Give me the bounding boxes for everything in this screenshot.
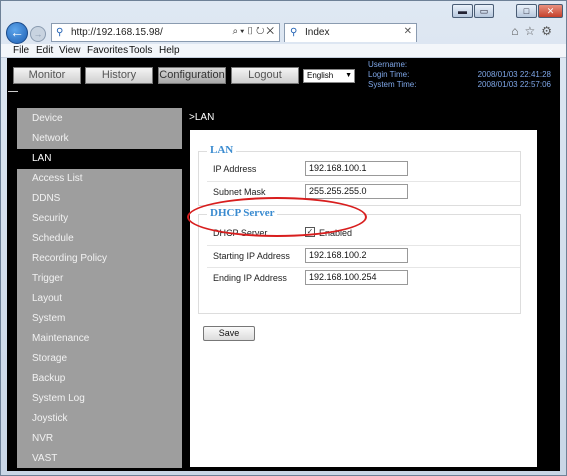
system-time-value: 2008/01/03 22:57:06 (477, 80, 551, 89)
ending-ip-label: Ending IP Address (213, 273, 287, 283)
menu-bar: File Edit View Favorites Tools Help (1, 44, 566, 58)
divider (8, 91, 18, 92)
address-bar[interactable]: ⚲ http://192.168.15.98/ ⌕▾▯↻✕ (51, 23, 280, 42)
browser-tab-index[interactable]: ⚲ Index ✕ (284, 23, 417, 42)
tab-configuration[interactable]: Configuration (158, 67, 226, 84)
system-time-label: System Time: (368, 80, 417, 89)
restore-button[interactable]: ▭ (474, 4, 494, 18)
subnet-mask-input[interactable]: 255.255.255.0 (305, 184, 408, 199)
save-button[interactable]: Save (203, 326, 255, 341)
language-select[interactable]: English ▼ (303, 69, 355, 83)
ending-ip-input[interactable]: 192.168.100.254 (305, 270, 408, 285)
sidebar-item-layout[interactable]: Layout (17, 289, 182, 309)
ip-address-label: IP Address (213, 164, 257, 174)
sidebar-item-security[interactable]: Security (17, 209, 182, 229)
tab-monitor[interactable]: Monitor (13, 67, 81, 84)
ending-ip-row: Ending IP Address 192.168.100.254 (207, 267, 520, 289)
ip-address-row: IP Address 192.168.100.1 (207, 159, 520, 181)
status-box: Username: Login Time: 2008/01/03 22:41:2… (358, 58, 560, 92)
sidebar-item-trigger[interactable]: Trigger (17, 269, 182, 289)
menu-file[interactable]: File (13, 45, 29, 56)
minimize-button[interactable]: ▬ (452, 4, 473, 18)
sidebar-item-storage[interactable]: Storage (17, 349, 182, 369)
browser-window: ▬ ▭ □ ✕ ← → ⚲ http://192.168.15.98/ ⌕▾▯↻… (0, 0, 567, 476)
home-star-gear-icons[interactable]: ⌂☆⚙ (511, 24, 558, 38)
address-tools-icons[interactable]: ⌕▾▯↻✕ (233, 26, 276, 37)
web-app: Monitor History Configuration Logout Eng… (7, 58, 560, 471)
menu-edit[interactable]: Edit (36, 45, 53, 56)
starting-ip-label: Starting IP Address (213, 251, 290, 261)
menu-view[interactable]: View (59, 45, 81, 56)
breadcrumb: >LAN (185, 108, 542, 130)
ip-address-input[interactable]: 192.168.100.1 (305, 161, 408, 176)
lan-settings-panel: LAN IP Address 192.168.100.1 Subnet Mask… (190, 130, 537, 467)
starting-ip-row: Starting IP Address 192.168.100.2 (207, 245, 520, 267)
sidebar-item-schedule[interactable]: Schedule (17, 229, 182, 249)
sidebar-item-system-log[interactable]: System Log (17, 389, 182, 409)
back-arrow-icon[interactable]: ← (6, 22, 28, 44)
tab-close-icon[interactable]: ✕ (404, 26, 412, 37)
lan-legend: LAN (207, 144, 237, 156)
sidebar-item-device[interactable]: Device (17, 109, 182, 129)
sidebar: Device Network LAN Access List DDNS Secu… (17, 108, 182, 468)
menu-favorites[interactable]: Favorites (87, 45, 128, 56)
tab-page-icon: ⚲ (290, 27, 298, 38)
page-icon: ⚲ (56, 27, 64, 38)
login-time-label: Login Time: (368, 70, 410, 79)
language-value: English (307, 71, 334, 80)
close-button[interactable]: ✕ (538, 4, 563, 18)
content-border (537, 130, 542, 467)
menu-help[interactable]: Help (159, 45, 180, 56)
sidebar-item-maintenance[interactable]: Maintenance (17, 329, 182, 349)
starting-ip-input[interactable]: 192.168.100.2 (305, 248, 408, 263)
sidebar-item-recording-policy[interactable]: Recording Policy (17, 249, 182, 269)
dropdown-arrow-icon[interactable]: ▼ (345, 70, 352, 82)
sidebar-item-network[interactable]: Network (17, 129, 182, 149)
sidebar-item-lan[interactable]: LAN (17, 149, 182, 169)
sidebar-item-access-list[interactable]: Access List (17, 169, 182, 189)
maximize-button[interactable]: □ (516, 4, 537, 18)
sidebar-item-vast[interactable]: VAST (17, 449, 182, 469)
tab-label: Index (305, 27, 330, 38)
username-label: Username: (368, 60, 408, 69)
forward-arrow-icon[interactable]: → (30, 26, 46, 42)
top-navigation: Monitor History Configuration Logout Eng… (7, 58, 560, 92)
sidebar-item-system[interactable]: System (17, 309, 182, 329)
subnet-mask-label: Subnet Mask (213, 187, 266, 197)
menu-tools[interactable]: Tools (129, 45, 152, 56)
sidebar-item-joystick[interactable]: Joystick (17, 409, 182, 429)
highlight-circle (187, 197, 367, 237)
sidebar-item-nvr[interactable]: NVR (17, 429, 182, 449)
address-text[interactable]: http://192.168.15.98/ (71, 27, 163, 38)
sidebar-item-ddns[interactable]: DDNS (17, 189, 182, 209)
navigation-bar: ← → ⚲ http://192.168.15.98/ ⌕▾▯↻✕ ⚲ Inde… (1, 20, 566, 44)
tab-history[interactable]: History (85, 67, 153, 84)
tab-logout[interactable]: Logout (231, 67, 299, 84)
title-bar: ▬ ▭ □ ✕ (1, 1, 566, 19)
login-time-value: 2008/01/03 22:41:28 (477, 70, 551, 79)
sidebar-item-backup[interactable]: Backup (17, 369, 182, 389)
